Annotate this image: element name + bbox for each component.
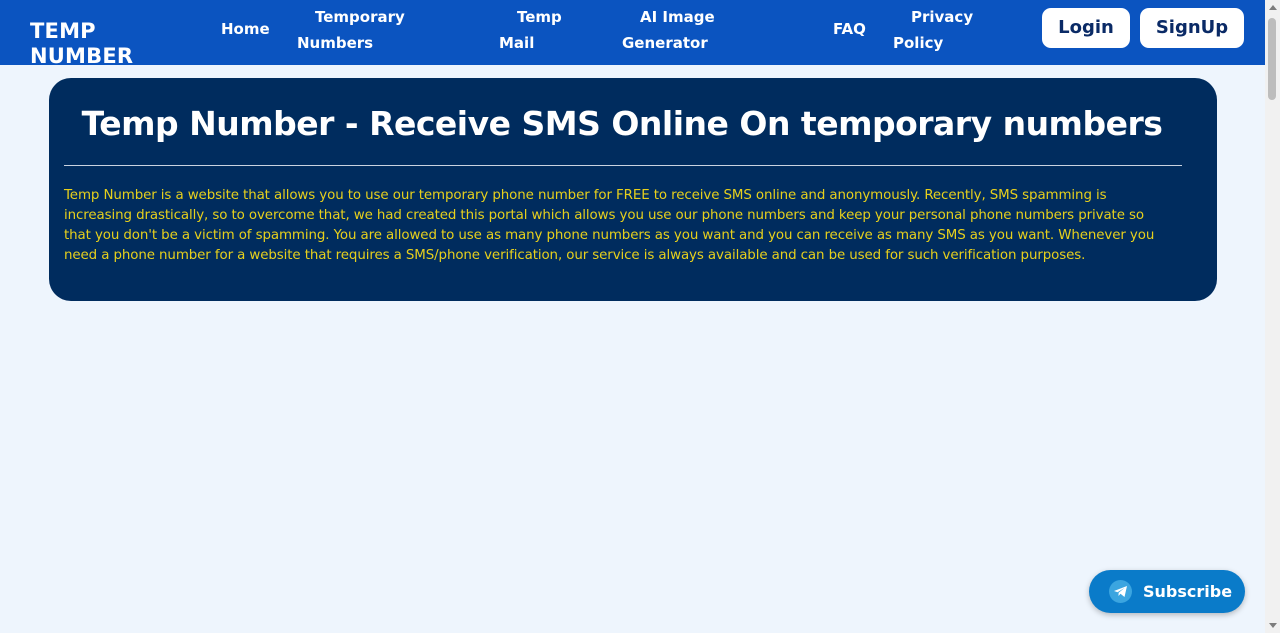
scrollbar-thumb[interactable]	[1268, 18, 1276, 100]
hero-divider	[64, 165, 1182, 166]
hero-description: Temp Number is a website that allows you…	[64, 188, 1155, 263]
brand-logo[interactable]: TEMP NUMBER	[30, 19, 140, 65]
telegram-icon	[1109, 580, 1132, 603]
subscribe-label: Subscribe	[1143, 582, 1233, 601]
navbar: TEMP NUMBER Home Temporary Numbers Temp …	[0, 0, 1265, 65]
hero-card: Temp Number - Receive SMS Online On temp…	[49, 78, 1217, 301]
nav-link-faq[interactable]: FAQ	[833, 16, 866, 42]
nav-link-temp-mail[interactable]: Temp Mail	[499, 4, 562, 56]
page-title: Temp Number - Receive SMS Online On temp…	[81, 104, 1163, 143]
nav-link-home[interactable]: Home	[221, 16, 270, 42]
login-button[interactable]: Login	[1042, 8, 1130, 48]
scroll-up-icon[interactable]	[1269, 5, 1277, 10]
nav-link-privacy-policy[interactable]: Privacy Policy	[893, 4, 973, 56]
subscribe-button[interactable]: Subscribe	[1089, 570, 1245, 613]
scroll-down-icon[interactable]	[1269, 623, 1277, 628]
nav-link-temporary-numbers[interactable]: Temporary Numbers	[297, 4, 405, 56]
signup-button[interactable]: SignUp	[1140, 8, 1244, 48]
nav-link-ai-image-generator[interactable]: AI Image Generator	[622, 4, 715, 56]
vertical-scrollbar[interactable]	[1265, 0, 1280, 633]
